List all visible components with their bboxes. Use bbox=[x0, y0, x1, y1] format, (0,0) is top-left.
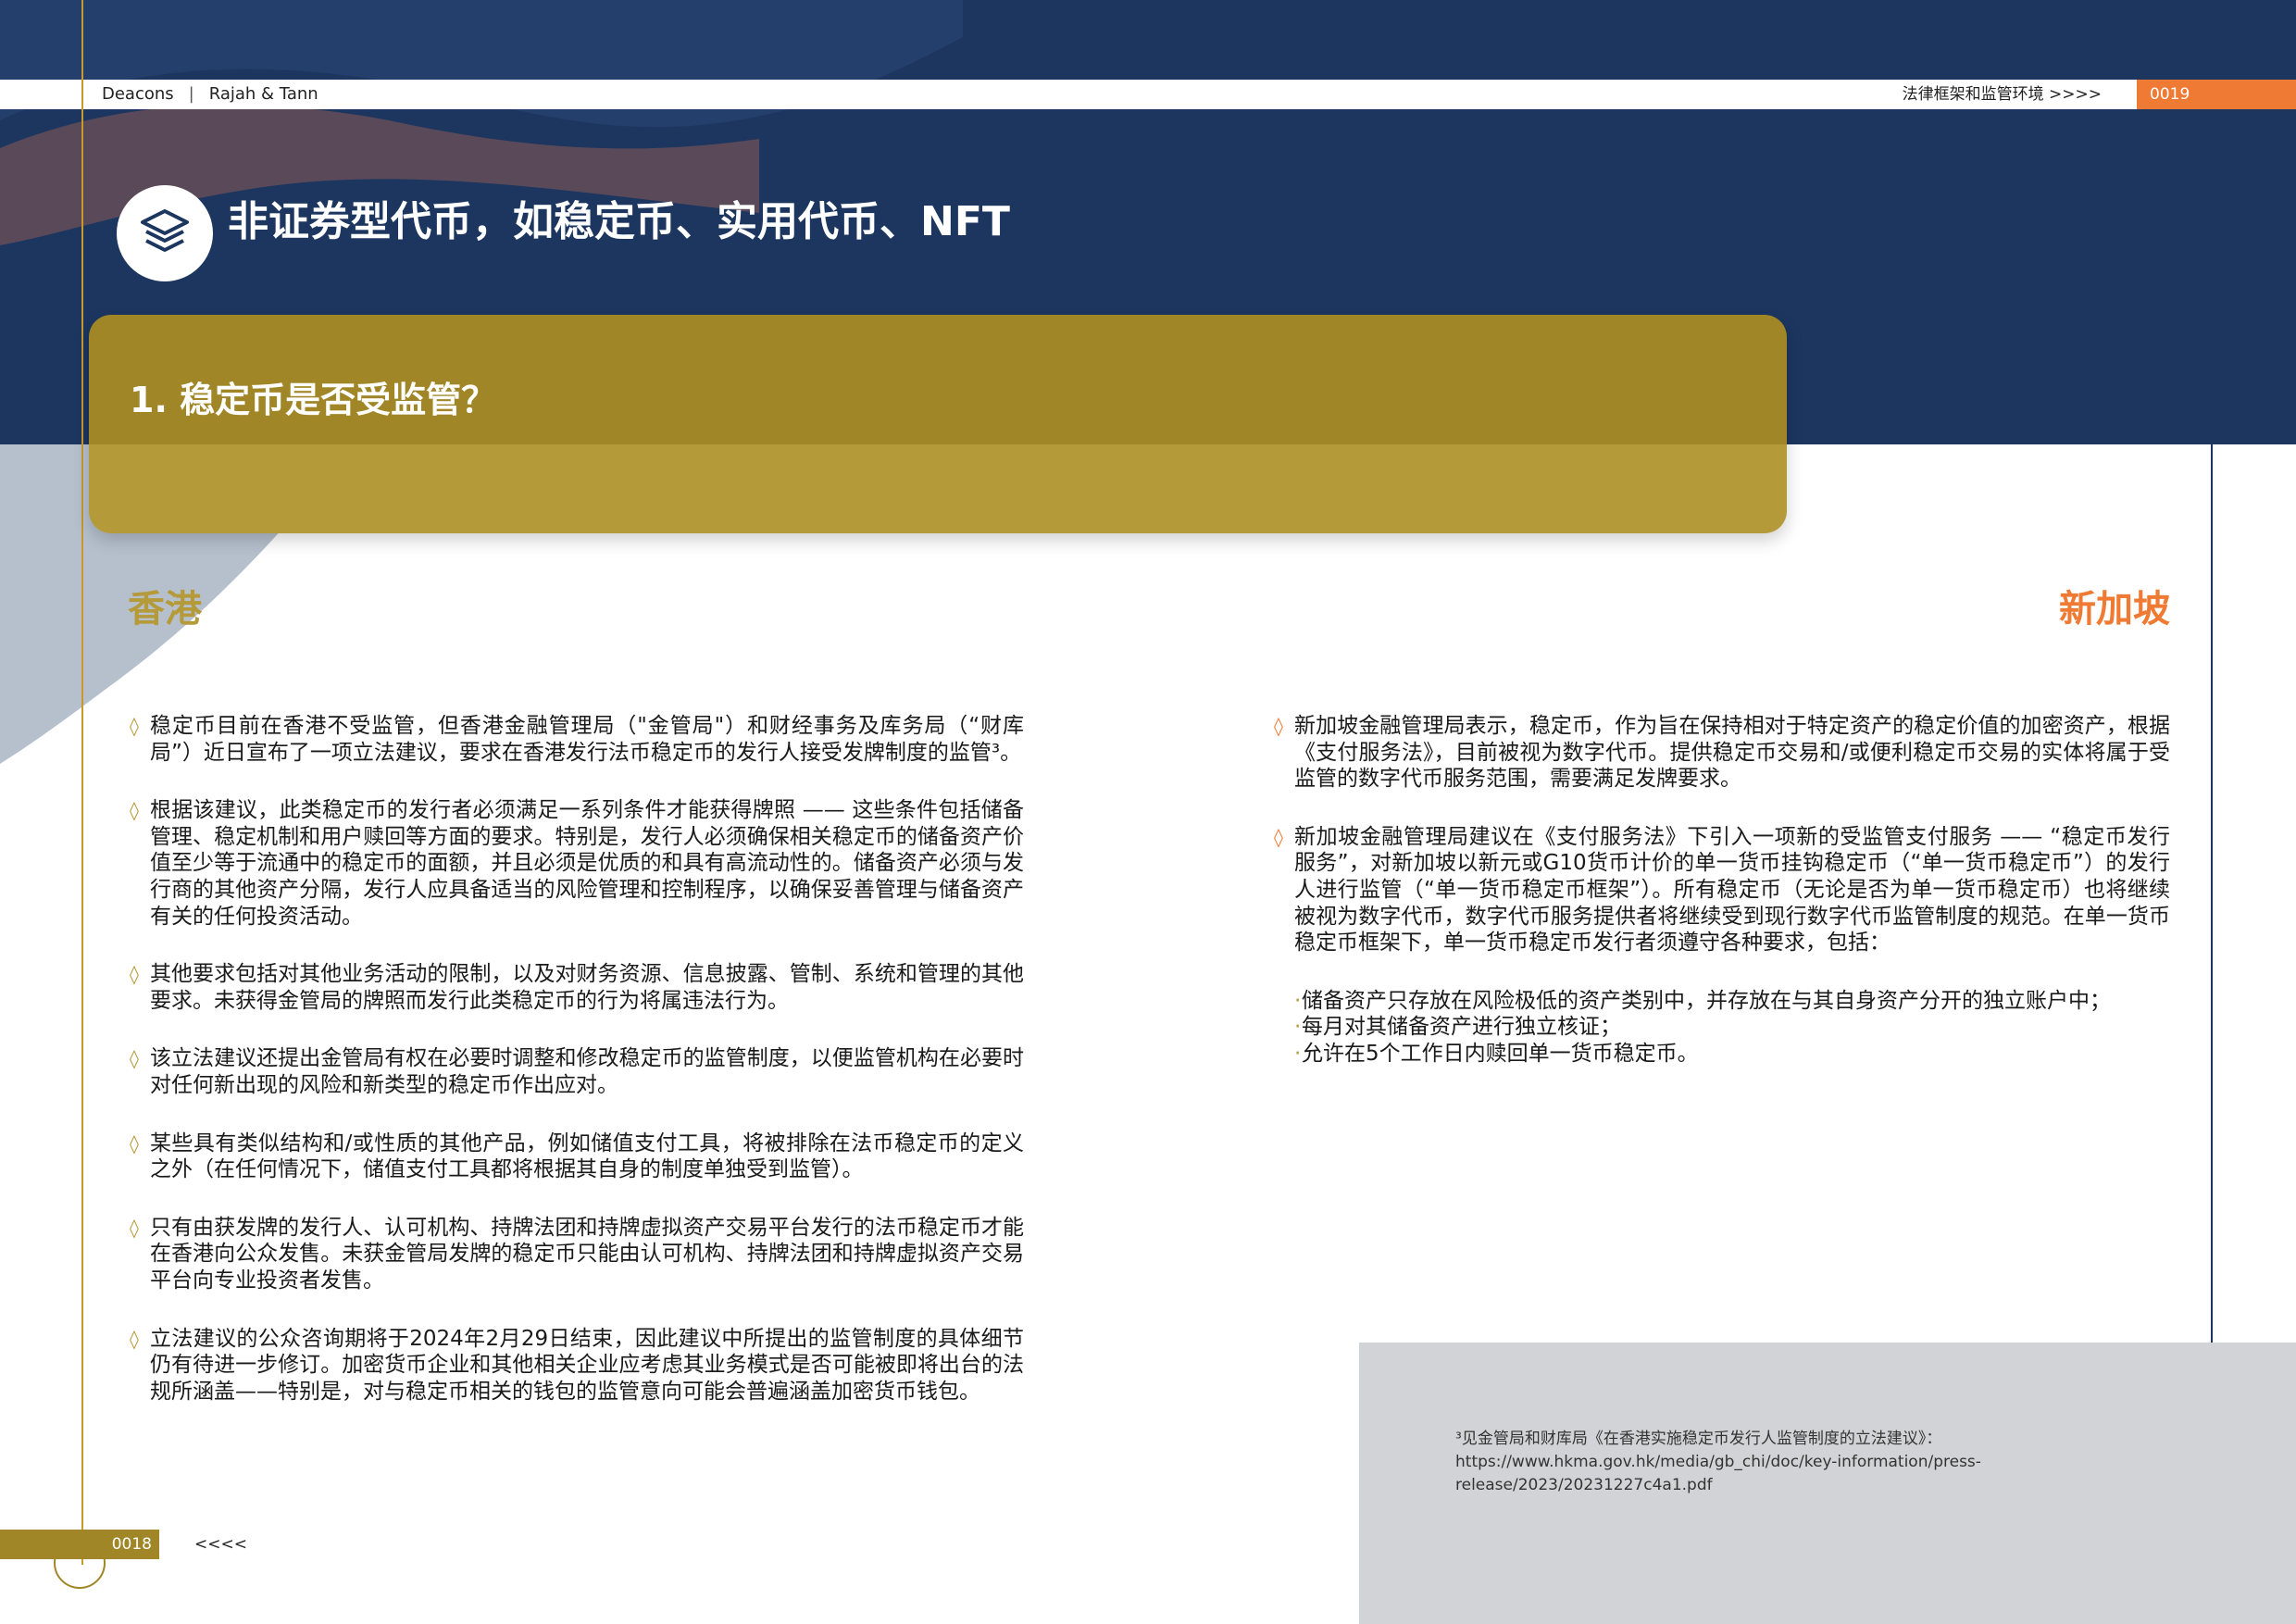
diamond-bullet-icon: ◊ bbox=[130, 799, 139, 822]
diamond-bullet-icon: ◊ bbox=[1274, 825, 1283, 848]
diamond-bullet-icon: ◊ bbox=[130, 963, 139, 986]
footnote-text: ³见金管局和财库局《在香港实施稳定币发行人监管制度的立法建议》：https://… bbox=[1455, 1430, 1981, 1494]
page-title: 非证券型代币，如稳定币、实用代币、NFT bbox=[228, 198, 1010, 245]
list-item: ◊ 立法建议的公众咨询期将于2024年2月29日结束，因此建议中所提出的监管制度的… bbox=[130, 1326, 1024, 1405]
list-item: ◊ 根据该建议，此类稳定币的发行者必须满足一系列条件才能获得牌照 —— 这些条件包… bbox=[130, 797, 1024, 930]
dot-bullet-icon: · bbox=[1294, 1015, 1302, 1040]
hong-kong-column: ◊ 稳定币目前在香港不受监管，但香港金融管理局（"金管局"）和财经事务及库务局（“… bbox=[130, 713, 1024, 1405]
question-title: 1. 稳定币是否受监管？ bbox=[130, 380, 497, 420]
diamond-bullet-icon: ◊ bbox=[130, 1216, 139, 1239]
paragraph-text: 该立法建议还提出金管局有权在必要时调整和修改稳定币的监管制度，以便监管机构在必要… bbox=[150, 1046, 1024, 1097]
sub-list-item: · 每月对其储备资产进行独立核证； bbox=[1274, 1014, 2170, 1041]
list-item: ◊ 某些具有类似结构和/或性质的其他产品，例如储值支付工具，将被排除在法币稳定币的… bbox=[130, 1131, 1024, 1183]
diamond-bullet-icon: ◊ bbox=[1274, 715, 1283, 737]
dot-bullet-icon: · bbox=[1294, 988, 1302, 1013]
singapore-heading: 新加坡 bbox=[2059, 588, 2170, 631]
paragraph-text: 某些具有类似结构和/或性质的其他产品，例如储值支付工具，将被排除在法币稳定币的定… bbox=[150, 1131, 1024, 1182]
list-item: ◊ 该立法建议还提出金管局有权在必要时调整和修改稳定币的监管制度，以便监管机构在必… bbox=[130, 1045, 1024, 1098]
dot-bullet-icon: · bbox=[1294, 1041, 1302, 1066]
diamond-bullet-icon: ◊ bbox=[130, 1327, 139, 1350]
diamond-bullet-icon: ◊ bbox=[130, 715, 139, 737]
firm-names: Deacons | Rajah & Tann bbox=[102, 80, 318, 109]
page-number-left: 0018 bbox=[0, 1530, 159, 1559]
list-item: ◊ 稳定币目前在香港不受监管，但香港金融管理局（"金管局"）和财经事务及库务局（“… bbox=[130, 713, 1024, 766]
list-item: ◊ 其他要求包括对其他业务活动的限制，以及对财务资源、信息披露、管制、系统和管理的… bbox=[130, 961, 1024, 1014]
sub-list-item: · 储备资产只存放在风险极低的资产类别中，并存放在与其自身资产分开的独立账户中； bbox=[1274, 988, 2170, 1015]
sub-item-text: 允许在5个工作日内赎回单一货币稳定币。 bbox=[1302, 1041, 1699, 1066]
singapore-column: ◊ 新加坡金融管理局表示，稳定币，作为旨在保持相对于特定资产的稳定价值的加密资产，… bbox=[1274, 713, 2170, 1068]
list-item: ◊ 新加坡金融管理局表示，稳定币，作为旨在保持相对于特定资产的稳定价值的加密资产，… bbox=[1274, 713, 2170, 793]
section-label: 法律框架和监管环境 >>>> bbox=[1902, 85, 2102, 104]
right-navy-rule bbox=[2211, 444, 2213, 1343]
paragraph-text: 根据该建议，此类稳定币的发行者必须满足一系列条件才能获得牌照 —— 这些条件包括… bbox=[150, 798, 1024, 929]
list-item: ◊ 新加坡金融管理局建议在《支付服务法》下引入一项新的受监管支付服务 —— “稳定… bbox=[1274, 824, 2170, 956]
left-gold-rule bbox=[81, 0, 83, 1565]
diamond-bullet-icon: ◊ bbox=[130, 1131, 139, 1155]
sub-item-text: 每月对其储备资产进行独立核证； bbox=[1302, 1015, 1621, 1040]
paragraph-text: 其他要求包括对其他业务活动的限制，以及对财务资源、信息披露、管制、系统和管理的其… bbox=[150, 962, 1024, 1013]
firm-separator: | bbox=[188, 84, 194, 104]
diamond-bullet-icon: ◊ bbox=[130, 1047, 139, 1070]
paragraph-text: 稳定币目前在香港不受监管，但香港金融管理局（"金管局"）和财经事务及库务局（“财… bbox=[150, 714, 1024, 765]
paragraph-text: 新加坡金融管理局表示，稳定币，作为旨在保持相对于特定资产的稳定价值的加密资产，根… bbox=[1294, 714, 2170, 792]
firm-rajah-tann: Rajah & Tann bbox=[208, 84, 318, 104]
sub-list-item: · 允许在5个工作日内赎回单一货币稳定币。 bbox=[1274, 1041, 2170, 1068]
sub-item-text: 储备资产只存放在风险极低的资产类别中，并存放在与其自身资产分开的独立账户中； bbox=[1302, 988, 2111, 1013]
paragraph-text: 立法建议的公众咨询期将于2024年2月29日结束，因此建议中所提出的监管制度的具… bbox=[150, 1326, 1024, 1404]
layers-icon bbox=[117, 185, 213, 281]
firm-deacons: Deacons bbox=[102, 84, 174, 104]
back-arrows: <<<< bbox=[194, 1535, 247, 1554]
page-number-right: 0019 bbox=[2137, 80, 2296, 109]
paragraph-text: 新加坡金融管理局建议在《支付服务法》下引入一项新的受监管支付服务 —— “稳定币… bbox=[1294, 824, 2170, 956]
hong-kong-heading: 香港 bbox=[128, 588, 202, 631]
list-item: ◊ 只有由获发牌的发行人、认可机构、持牌法团和持牌虚拟资产交易平台发行的法币稳定币… bbox=[130, 1215, 1024, 1294]
paragraph-text: 只有由获发牌的发行人、认可机构、持牌法团和持牌虚拟资产交易平台发行的法币稳定币才… bbox=[150, 1215, 1024, 1293]
